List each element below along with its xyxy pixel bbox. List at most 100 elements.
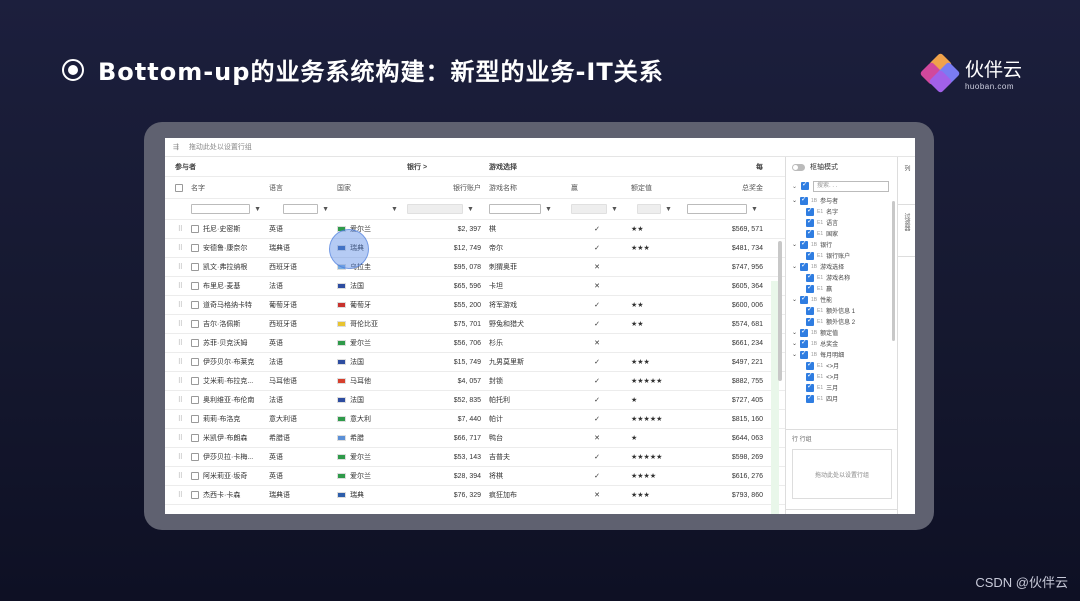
filter-icon[interactable]: ▼: [611, 206, 618, 213]
header-bank-balance[interactable]: 银行账户: [403, 183, 485, 193]
cell-game-name[interactable]: 将军游戏: [485, 300, 567, 310]
table-row[interactable]: ⠿ 艾米莉·布拉克... 马耳他语 马耳他 $4, 057 封锁 ✓ ★★★★★ $882, 7…: [165, 372, 785, 391]
column-checkbox[interactable]: [806, 228, 814, 238]
cell-total-winnings[interactable]: $661, 234: [683, 340, 767, 347]
filter-rating-input[interactable]: [637, 204, 661, 214]
row-select-cell[interactable]: ⠿: [165, 434, 187, 442]
header-language[interactable]: 语言: [265, 183, 333, 193]
filter-name-input[interactable]: [191, 204, 251, 214]
cell-rating[interactable]: ★: [627, 396, 683, 404]
column-checkbox[interactable]: [806, 393, 814, 403]
group-game[interactable]: 游戏选择: [485, 162, 683, 172]
column-checkbox[interactable]: [806, 283, 814, 293]
cell-game-name[interactable]: 杉乐: [485, 338, 567, 348]
row-checkbox[interactable]: [191, 282, 199, 290]
cell-rating[interactable]: ★★★: [627, 244, 683, 252]
cell-country[interactable]: 爱尔兰: [333, 338, 403, 348]
select-all[interactable]: [165, 183, 187, 192]
cell-rating[interactable]: ★: [627, 434, 683, 442]
cell-bank-balance[interactable]: $52, 835: [403, 397, 485, 404]
cell-won[interactable]: ✓: [567, 225, 627, 233]
table-row[interactable]: ⠿ 托尼·史密斯 英语 爱尔兰 $2, 397 棋 ✓ ★★ $569, 571: [165, 220, 785, 239]
cell-total-winnings[interactable]: $815, 160: [683, 416, 767, 423]
tab-filters[interactable]: 过滤器: [898, 205, 915, 257]
cell-total-winnings[interactable]: $727, 405: [683, 397, 767, 404]
cell-name[interactable]: 米凯伊·布朗森: [187, 433, 265, 443]
cell-language[interactable]: 法语: [265, 357, 333, 367]
row-checkbox[interactable]: [191, 434, 199, 442]
column-checkbox[interactable]: [800, 239, 809, 249]
column-list-item[interactable]: ⌄ 1B游戏选择: [792, 261, 897, 272]
column-checkbox[interactable]: [806, 206, 814, 216]
chevron-down-icon[interactable]: ⌄: [792, 296, 797, 303]
cell-name[interactable]: 安德鲁·康奈尔: [187, 243, 265, 253]
cell-game-name[interactable]: 刺猬奥菲: [485, 262, 567, 272]
cell-bank-balance[interactable]: $15, 749: [403, 359, 485, 366]
table-row[interactable]: ⠿ 米凯伊·布朗森 希腊语 希腊 $66, 717 鸭台 ✕ ★ $644, 063: [165, 429, 785, 448]
cell-won[interactable]: ✓: [567, 301, 627, 309]
column-list-item[interactable]: ⌄ 1B总奖金: [792, 338, 897, 349]
cell-country[interactable]: 马耳他: [333, 376, 403, 386]
cell-won[interactable]: ✕: [567, 339, 627, 347]
filter-icon[interactable]: ▼: [391, 206, 398, 213]
row-checkbox[interactable]: [191, 301, 199, 309]
cell-won[interactable]: ✓: [567, 453, 627, 461]
column-list-item[interactable]: Ε1额外信息 1: [792, 305, 897, 316]
column-checkbox[interactable]: [800, 349, 809, 359]
filter-won-input[interactable]: [571, 204, 607, 214]
chevron-down-icon[interactable]: ⌄: [792, 329, 797, 336]
cell-game-name[interactable]: 帕计: [485, 414, 567, 424]
cell-total-winnings[interactable]: $569, 571: [683, 226, 767, 233]
cell-won[interactable]: ✓: [567, 358, 627, 366]
chevron-down-icon[interactable]: ⌄: [792, 340, 797, 347]
row-select-cell[interactable]: ⠿: [165, 358, 187, 366]
grid-scrollbar[interactable]: [778, 241, 782, 381]
cell-bank-balance[interactable]: $66, 717: [403, 435, 485, 442]
table-row[interactable]: ⠿ 吉尔·洛佩斯 西班牙语 哥伦比亚 $75, 701 野兔和猎犬 ✓ ★★ $574, 681: [165, 315, 785, 334]
cell-language[interactable]: 瑞典语: [265, 243, 333, 253]
cell-language[interactable]: 法语: [265, 395, 333, 405]
header-won[interactable]: 赢: [567, 183, 627, 193]
cell-bank-balance[interactable]: $76, 329: [403, 492, 485, 499]
cell-country[interactable]: 希腊: [333, 433, 403, 443]
filter-icon[interactable]: ▼: [322, 206, 329, 213]
cell-game-name[interactable]: 帕托利: [485, 395, 567, 405]
select-all-checkbox[interactable]: [175, 183, 183, 192]
cell-name[interactable]: 道奇马格纳卡特: [187, 300, 265, 310]
cell-language[interactable]: 意大利语: [265, 414, 333, 424]
row-select-cell[interactable]: ⠿: [165, 282, 187, 290]
column-list-item[interactable]: Ε1<>月: [792, 360, 897, 371]
drag-handle-icon[interactable]: ⠿: [178, 263, 183, 271]
filter-icon[interactable]: ▼: [254, 206, 261, 213]
drag-handle-icon[interactable]: ⠿: [178, 434, 183, 442]
column-list-item[interactable]: Ε1名字: [792, 206, 897, 217]
cell-game-name[interactable]: 封锁: [485, 376, 567, 386]
row-checkbox[interactable]: [191, 263, 199, 271]
column-search-input[interactable]: 搜索. . .: [813, 180, 890, 192]
column-list-item[interactable]: ⌄ 1B每月明细: [792, 349, 897, 360]
drag-handle-icon[interactable]: ⠿: [178, 301, 183, 309]
cell-won[interactable]: ✕: [567, 263, 627, 271]
column-list-item[interactable]: ⌄ 1B银行: [792, 239, 897, 250]
cell-name[interactable]: 苏菲·贝克沃姆: [187, 338, 265, 348]
cell-country[interactable]: 法国: [333, 357, 403, 367]
cell-language[interactable]: 英语: [265, 224, 333, 234]
cell-country[interactable]: 爱尔兰: [333, 471, 403, 481]
cell-language[interactable]: 英语: [265, 338, 333, 348]
row-checkbox[interactable]: [191, 225, 199, 233]
cell-language[interactable]: 西班牙语: [265, 262, 333, 272]
chevron-down-icon[interactable]: ⌄: [792, 197, 797, 204]
column-checkbox[interactable]: [806, 360, 814, 370]
toggle-icon[interactable]: [792, 163, 805, 171]
filter-game-input[interactable]: [489, 204, 541, 214]
cell-game-name[interactable]: 疯狂加布: [485, 490, 567, 500]
column-list-item[interactable]: ⌄ 1B额定值: [792, 327, 897, 338]
table-row[interactable]: ⠿ 奥利维亚·布伦南 法语 法国 $52, 835 帕托利 ✓ ★ $727, 405: [165, 391, 785, 410]
cell-game-name[interactable]: 帝尔: [485, 243, 567, 253]
cell-total-winnings[interactable]: $882, 755: [683, 378, 767, 385]
column-checkbox[interactable]: [800, 294, 809, 304]
cell-name[interactable]: 奥利维亚·布伦南: [187, 395, 265, 405]
group-bank[interactable]: 银行 >: [403, 162, 485, 172]
row-select-cell[interactable]: ⠿: [165, 225, 187, 233]
row-select-cell[interactable]: ⠿: [165, 377, 187, 385]
